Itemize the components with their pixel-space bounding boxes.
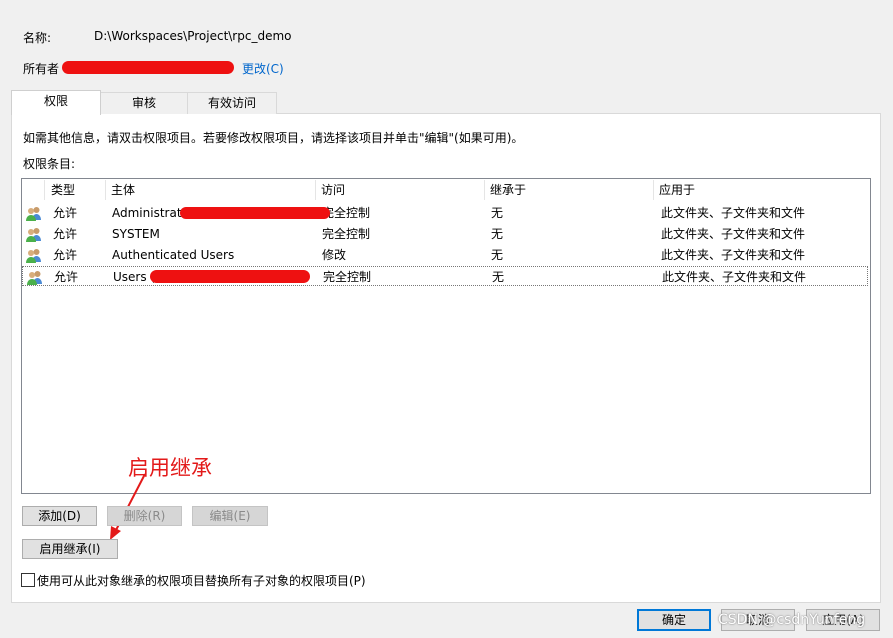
- cell-inherited: 无: [491, 227, 504, 241]
- list-item[interactable]: 允许 Users ( 完全控制 无 此文件夹、子文件夹和文件: [22, 266, 868, 286]
- tab-permissions[interactable]: 权限: [11, 90, 101, 115]
- tab-label: 有效访问: [207, 96, 256, 110]
- list-item[interactable]: 允许 Administrators ( 完全控制 无 此文件夹、子文件夹和文件: [22, 203, 868, 223]
- cell-inherited: 无: [491, 206, 504, 220]
- cell-inherited: 无: [491, 248, 504, 262]
- owner-change-link[interactable]: 更改(C): [242, 60, 284, 77]
- info-text: 如需其他信息，请双击权限项目。若要修改权限项目，请选择该项目并单击"编辑"(如果…: [23, 131, 524, 145]
- replace-child-permissions-label: 使用可从此对象继承的权限项目替换所有子对象的权限项目(P): [37, 574, 366, 588]
- users-icon: [27, 271, 42, 285]
- owner-label: 所有者: [23, 62, 60, 76]
- list-item[interactable]: 允许 Authenticated Users 修改 无 此文件夹、子文件夹和文件: [22, 245, 868, 265]
- redaction-mark: [180, 207, 330, 219]
- ok-button[interactable]: 确定: [637, 609, 711, 631]
- cell-applies: 此文件夹、子文件夹和文件: [661, 206, 806, 220]
- column-header-icon: [22, 180, 45, 200]
- add-button[interactable]: 添加(D): [22, 506, 97, 526]
- remove-button[interactable]: 删除(R): [107, 506, 182, 526]
- cell-inherited: 无: [492, 270, 505, 284]
- cell-access: 修改: [322, 248, 347, 262]
- cell-applies: 此文件夹、子文件夹和文件: [661, 248, 806, 262]
- entries-label: 权限条目:: [23, 157, 76, 171]
- cell-access: 完全控制: [322, 227, 371, 241]
- watermark-text: CSDN @csdnYunfeng: [718, 612, 866, 628]
- column-header-applies[interactable]: 应用于: [654, 180, 868, 200]
- column-header-access[interactable]: 访问: [316, 180, 485, 200]
- cell-type: 允许: [53, 206, 78, 220]
- permissions-dialog: { "header": { "name_label": "名称:", "name…: [0, 0, 893, 638]
- column-header-type[interactable]: 类型: [46, 180, 106, 200]
- cell-applies: 此文件夹、子文件夹和文件: [661, 227, 806, 241]
- cell-principal: SYSTEM: [112, 227, 160, 241]
- name-label: 名称:: [23, 31, 52, 45]
- list-item[interactable]: 允许 SYSTEM 完全控制 无 此文件夹、子文件夹和文件: [22, 224, 868, 244]
- redaction-mark: [62, 61, 234, 74]
- cell-applies: 此文件夹、子文件夹和文件: [662, 270, 807, 284]
- users-icon: [26, 228, 41, 242]
- users-icon: [26, 207, 41, 221]
- name-value: D:\Workspaces\Project\rpc_demo: [94, 29, 292, 43]
- cell-type: 允许: [54, 270, 79, 284]
- replace-child-permissions-checkbox[interactable]: [21, 573, 35, 587]
- cell-type: 允许: [53, 248, 78, 262]
- tab-effective-access[interactable]: 有效访问: [187, 92, 277, 114]
- cell-access: 完全控制: [323, 270, 372, 284]
- redaction-mark: [150, 270, 310, 283]
- tab-label: 权限: [43, 94, 68, 108]
- cell-principal: Authenticated Users: [112, 248, 235, 262]
- cell-type: 允许: [53, 227, 78, 241]
- users-icon: [26, 249, 41, 263]
- tab-auditing[interactable]: 审核: [100, 92, 188, 114]
- tab-label: 审核: [131, 96, 156, 110]
- column-header-inherited[interactable]: 继承于: [485, 180, 654, 200]
- enable-inheritance-button[interactable]: 启用继承(I): [22, 539, 118, 559]
- column-header-principal[interactable]: 主体: [106, 180, 316, 200]
- edit-button[interactable]: 编辑(E): [192, 506, 268, 526]
- cell-principal: Users (: [113, 270, 156, 284]
